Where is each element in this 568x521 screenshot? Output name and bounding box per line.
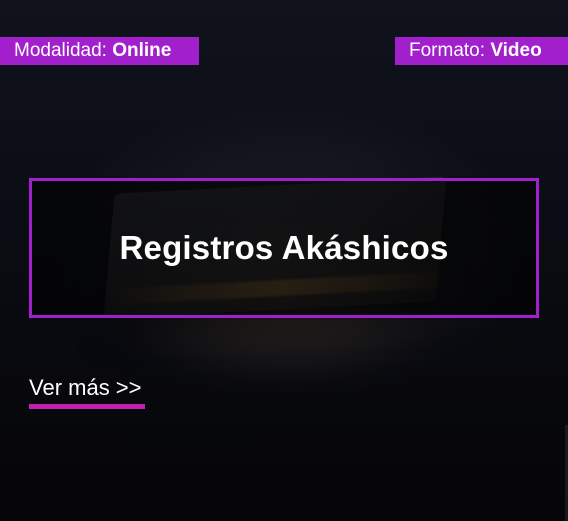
modalidad-value: Online: [112, 40, 172, 61]
formato-badge: Formato: Video: [395, 37, 568, 65]
formato-value: Video: [490, 40, 542, 61]
ver-mas-link[interactable]: Ver más >>: [29, 375, 142, 401]
title-frame: Registros Akáshicos: [29, 178, 539, 318]
modalidad-badge: Modalidad: Online: [0, 37, 199, 65]
course-title: Registros Akáshicos: [119, 229, 449, 266]
ver-mas-underline: [29, 404, 145, 409]
formato-label: Formato:: [409, 40, 486, 61]
modalidad-label: Modalidad:: [14, 40, 107, 61]
